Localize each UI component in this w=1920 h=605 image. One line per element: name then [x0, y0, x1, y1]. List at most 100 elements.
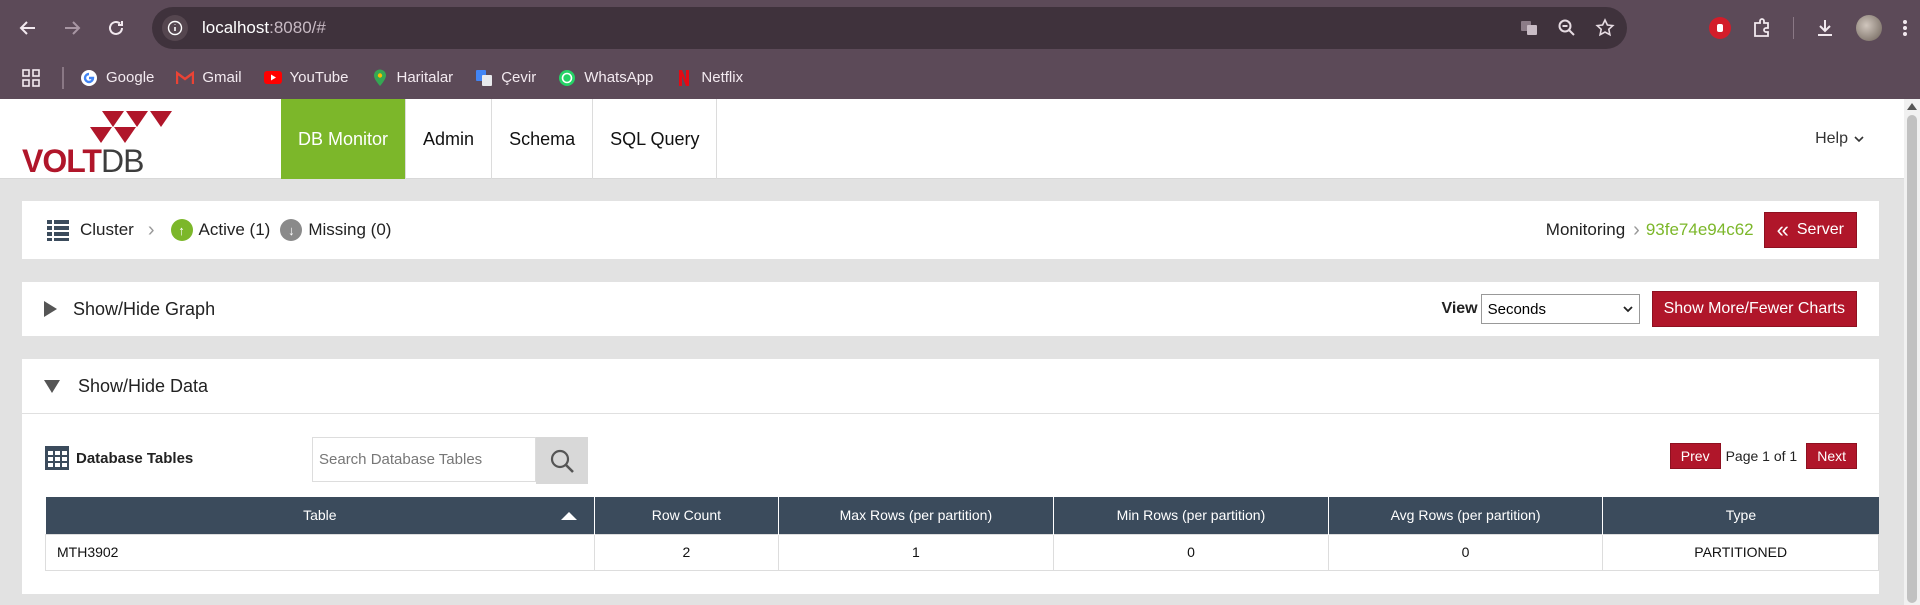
translate-icon	[475, 69, 493, 87]
next-button[interactable]: Next	[1806, 443, 1857, 469]
gmail-icon	[176, 69, 195, 87]
bookmark-gmail[interactable]: Gmail	[176, 69, 242, 87]
data-panel-header: Show/Hide Data	[22, 359, 1879, 414]
search-placeholder: Search Database Tables	[319, 451, 483, 468]
cell-max-rows: 1	[777, 533, 1055, 571]
column-header-table[interactable]: Table	[45, 497, 596, 534]
nav-schema[interactable]: Schema	[492, 99, 594, 179]
data-toggle[interactable]: Show/Hide Data	[44, 359, 208, 414]
database-tables-title: Database Tables	[76, 449, 194, 467]
url-text: localhost:8080/#	[202, 18, 326, 38]
more-charts-label: Show More/Fewer Charts	[1663, 300, 1845, 317]
hand-glyph	[1717, 24, 1723, 32]
bookmark-label: Netflix	[701, 69, 744, 86]
server-button-label: Server	[1796, 221, 1844, 238]
table-row: MTH3902 2 1 0 0 PARTITIONED	[44, 533, 1879, 571]
help-label: Help	[1815, 130, 1848, 147]
more-menu-icon[interactable]	[1902, 18, 1908, 38]
translate-page-icon[interactable]	[1519, 18, 1539, 38]
column-header-type[interactable]: Type	[1602, 497, 1879, 534]
bookmark-haritalar[interactable]: Haritalar	[371, 69, 454, 87]
voltdb-logo[interactable]: VOLTDB	[22, 107, 182, 179]
cell-row-count: 2	[594, 533, 779, 571]
logo-volt: VOLT	[22, 143, 102, 179]
graph-panel: Show/Hide Graph View Seconds Show More/F…	[22, 282, 1879, 336]
search-button[interactable]	[536, 437, 588, 484]
arrow-down-icon: ↓	[280, 219, 303, 241]
column-header-min-rows[interactable]: Min Rows (per partition)	[1053, 497, 1329, 534]
column-header-max-rows[interactable]: Max Rows (per partition)	[778, 497, 1055, 534]
bookmark-whatsapp[interactable]: WhatsApp	[558, 69, 653, 87]
apps-button[interactable]	[22, 68, 40, 87]
extension-stop-icon[interactable]	[1709, 17, 1731, 39]
zoom-icon[interactable]	[1557, 18, 1577, 38]
column-header-row-count[interactable]: Row Count	[594, 497, 779, 534]
logo-db: DB	[100, 143, 144, 179]
reload-icon	[109, 20, 123, 35]
forward-button[interactable]	[56, 12, 88, 44]
chevron-down-icon	[1622, 305, 1633, 312]
double-chevron-left-icon: «	[1776, 217, 1789, 242]
url-path: :8080/#	[269, 18, 326, 37]
active-status[interactable]: ↑ Active (1)	[170, 219, 270, 241]
graph-toggle[interactable]: Show/Hide Graph	[44, 282, 215, 336]
bookmark-label: Haritalar	[396, 69, 454, 86]
missing-status[interactable]: ↓ Missing (0)	[280, 219, 391, 241]
arrow-right-icon	[65, 21, 81, 35]
data-panel: Show/Hide Data Database Tables Search Da…	[22, 359, 1879, 594]
bookmarks-bar: Google Gmail YouTube Haritalar Çevir Wha…	[0, 56, 1920, 99]
bookmark-label: Çevir	[501, 69, 537, 86]
url-host: localhost	[202, 18, 270, 37]
help-menu[interactable]: Help	[1815, 99, 1864, 179]
back-button[interactable]	[12, 12, 44, 44]
scroll-up-arrow-icon[interactable]	[1907, 103, 1917, 110]
graph-controls: View Seconds Show More/Fewer Charts	[1441, 282, 1857, 336]
nav-db-monitor[interactable]: DB Monitor	[281, 99, 407, 179]
server-button[interactable]: « Server	[1763, 212, 1857, 248]
browser-actions	[1709, 8, 1908, 48]
view-label: View	[1441, 300, 1478, 317]
caret-down-icon	[44, 380, 60, 393]
cluster-breadcrumb: Cluster › ↑ Active (1) ↓ Missing (0)	[46, 201, 391, 259]
breadcrumb-chevron-icon: ›	[1633, 218, 1640, 241]
missing-count: Missing (0)	[308, 220, 392, 239]
address-bar-actions	[1519, 7, 1615, 49]
browser-chrome: localhost:8080/# Google Gmail YouTube Ha…	[0, 0, 1920, 99]
bookmark-youtube[interactable]: YouTube	[263, 69, 349, 87]
scrollbar-thumb[interactable]	[1907, 115, 1917, 603]
bookmarks-divider	[62, 66, 64, 89]
bookmark-label: Google	[106, 69, 155, 86]
nav-admin[interactable]: Admin	[406, 99, 493, 179]
server-id-link[interactable]: 93fe74e94c62	[1646, 220, 1754, 240]
app-header: VOLTDB DB Monitor Admin Schema SQL Query…	[0, 99, 1904, 179]
download-icon[interactable]	[1814, 17, 1836, 39]
table-header-row: Table Row Count Max Rows (per partition)…	[45, 497, 1879, 534]
show-more-charts-button[interactable]: Show More/Fewer Charts	[1651, 291, 1857, 327]
page-scrollbar[interactable]	[1904, 99, 1920, 605]
column-header-avg-rows[interactable]: Avg Rows (per partition)	[1328, 497, 1604, 534]
logo-triangles-icon	[90, 111, 172, 143]
bookmark-cevir[interactable]: Çevir	[475, 69, 536, 87]
extensions-icon[interactable]	[1751, 17, 1773, 39]
table-grid-icon	[45, 446, 69, 470]
cluster-title: Cluster	[80, 220, 134, 239]
data-toggle-label: Show/Hide Data	[78, 376, 209, 396]
page-indicator: Page 1 of 1	[1725, 448, 1798, 464]
pagination: Prev Page 1 of 1 Next	[1669, 443, 1857, 469]
monitoring-label: Monitoring	[1545, 220, 1626, 239]
address-bar[interactable]: localhost:8080/#	[152, 7, 1627, 49]
star-icon[interactable]	[1595, 18, 1615, 38]
view-select[interactable]: Seconds	[1480, 294, 1640, 324]
site-info-icon[interactable]	[162, 15, 188, 41]
bookmark-netflix[interactable]: Netflix	[675, 69, 743, 87]
info-glyph	[167, 20, 183, 36]
reload-button[interactable]	[100, 12, 132, 44]
bookmark-google[interactable]: Google	[80, 69, 154, 87]
search-input[interactable]: Search Database Tables	[312, 437, 536, 482]
profile-avatar[interactable]	[1856, 15, 1882, 41]
database-tables-table: Table Row Count Max Rows (per partition)…	[44, 497, 1879, 571]
prev-button[interactable]: Prev	[1669, 443, 1721, 469]
view-selected-value: Seconds	[1487, 300, 1546, 318]
search-icon	[550, 449, 574, 473]
nav-sql-query[interactable]: SQL Query	[593, 99, 718, 179]
